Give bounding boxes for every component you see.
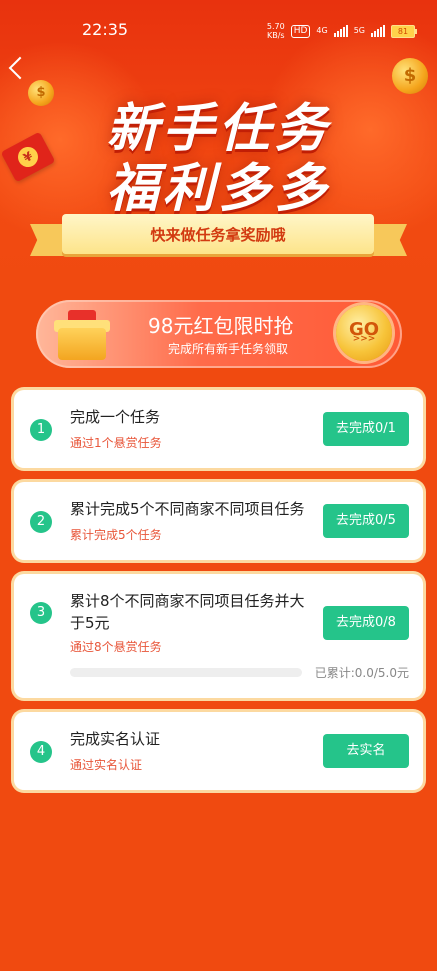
- task-card-1: 1 完成一个任务 通过1个悬赏任务 去完成0/1: [14, 390, 423, 468]
- task-subtitle: 通过1个悬赏任务: [70, 436, 162, 450]
- task-subtitle: 累计完成5个任务: [70, 528, 162, 542]
- task-title: 累计完成5个不同商家不同项目任务: [70, 500, 305, 518]
- signal-icon: [371, 25, 385, 37]
- page-title-line2: 福利多多: [106, 159, 331, 219]
- task-subtitle: 通过8个悬赏任务: [70, 640, 162, 654]
- signal-icon: [333, 25, 348, 37]
- task-card-4: 4 完成实名认证 通过实名认证 去实名: [14, 712, 423, 790]
- task-action-button[interactable]: 去完成0/5: [323, 504, 409, 538]
- network-speed: 5.70 KB/s: [267, 22, 285, 40]
- task-title: 完成实名认证: [70, 730, 161, 748]
- progress-text: 已累计:0.0/5.0元: [314, 666, 409, 680]
- status-time: 22:35: [82, 20, 129, 39]
- task-title-line1: 累计8个不同商家不同项目任务并大: [70, 592, 305, 610]
- task-number: 3: [30, 602, 52, 624]
- network-type-5g: 5G: [353, 26, 365, 35]
- task-number: 2: [30, 511, 52, 533]
- progress-bar: [70, 668, 302, 677]
- speed-value: 5.70: [266, 22, 285, 31]
- network-type-4g: 4G: [316, 26, 328, 35]
- promo-title: 98元红包限时抢: [148, 314, 294, 338]
- gift-icon: [54, 310, 110, 360]
- go-arrows: >>>: [352, 334, 376, 344]
- battery-icon: 81: [391, 24, 417, 38]
- promo-subtitle: 完成所有新手任务领取: [168, 342, 289, 356]
- status-bar: 22:35 5.70 KB/s HD 4G 5G 81: [0, 0, 437, 60]
- go-button[interactable]: GO >>>: [336, 305, 392, 361]
- promo-banner[interactable]: 98元红包限时抢 完成所有新手任务领取 GO >>>: [36, 300, 402, 368]
- slogan-ribbon: 快来做任务拿奖励哦: [62, 214, 374, 254]
- status-icons: 5.70 KB/s HD 4G 5G 81: [267, 22, 417, 40]
- hd-icon: HD: [290, 24, 311, 38]
- task-action-button[interactable]: 去完成0/1: [323, 412, 409, 446]
- task-action-button[interactable]: 去实名: [323, 734, 409, 768]
- task-number: 4: [30, 741, 52, 763]
- task-card-3: 3 累计8个不同商家不同项目任务并大 于5元 通过8个悬赏任务 去完成0/8 已…: [14, 574, 423, 698]
- task-subtitle: 通过实名认证: [70, 758, 143, 772]
- task-title: 完成一个任务: [70, 408, 161, 426]
- task-number: 1: [30, 419, 52, 441]
- slogan-text: 快来做任务拿奖励哦: [150, 225, 286, 244]
- task-card-2: 2 累计完成5个不同商家不同项目任务 累计完成5个任务 去完成0/5: [14, 482, 423, 560]
- task-action-button[interactable]: 去完成0/8: [323, 606, 409, 640]
- speed-unit: KB/s: [266, 31, 285, 40]
- task-title-line2: 于5元: [70, 614, 110, 632]
- hero-banner: 22:35 5.70 KB/s HD 4G 5G 81 $ $ ¥ 新手任务 福…: [0, 0, 437, 300]
